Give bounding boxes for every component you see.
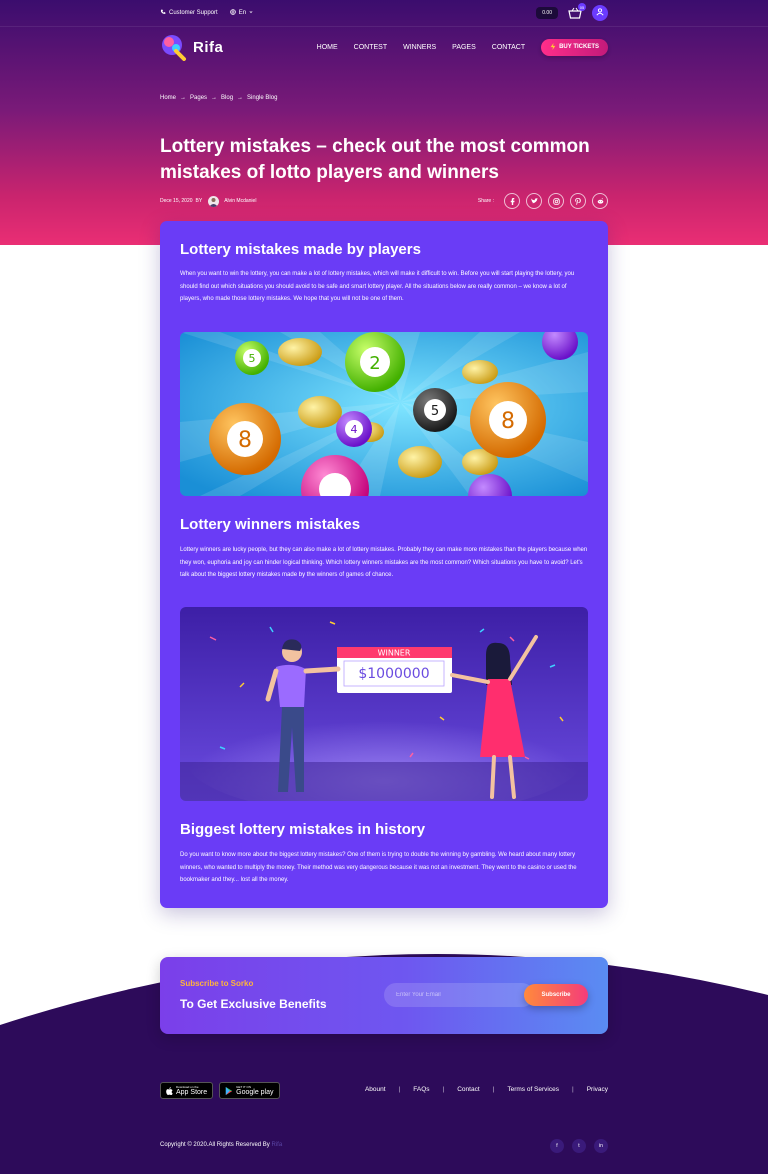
footer-link-about[interactable]: Abount — [365, 1086, 386, 1093]
customer-support-label: Customer Support — [169, 10, 218, 16]
breadcrumb-separator: → — [211, 95, 218, 101]
globe-icon — [229, 9, 236, 17]
svg-text:5: 5 — [431, 404, 439, 419]
reddit-icon[interactable] — [592, 193, 608, 209]
svg-text:8: 8 — [238, 428, 252, 453]
subscribe-box: Subscribe to Sorko To Get Exclusive Bene… — [160, 957, 608, 1034]
article-card: Lottery mistakes made by players When yo… — [160, 221, 608, 908]
author-avatar — [208, 195, 220, 207]
cart-button[interactable]: 05 — [568, 3, 586, 21]
breadcrumb-separator: → — [180, 95, 187, 101]
svg-text:5: 5 — [249, 352, 256, 365]
twitter-icon[interactable]: t — [572, 1139, 586, 1153]
section-text: Do you want to know more about the bigge… — [180, 852, 577, 883]
section-title: Lottery winners mistakes — [180, 516, 361, 533]
nav-item-contact[interactable]: CONTACT — [492, 44, 525, 51]
author-name[interactable]: Alvin Mcdaniel — [224, 198, 256, 204]
share-label: Share : — [477, 198, 494, 204]
language-label: En — [238, 10, 247, 16]
main-navbar: Rifa HOME CONTEST WINNERS PAGES CONTACT … — [160, 32, 608, 62]
link-separator: | — [571, 1086, 574, 1093]
email-field[interactable] — [384, 983, 534, 1007]
subscribe-label: Subscribe to Sorko — [180, 979, 254, 988]
logo-icon — [160, 33, 188, 61]
facebook-icon[interactable] — [504, 193, 520, 209]
breadcrumb: Home → Pages → Blog → Single Blog — [160, 95, 277, 101]
breadcrumb-separator: → — [237, 95, 244, 101]
cart-count-badge: 05 — [578, 3, 586, 11]
page-title: Lottery mistakes – check out the most co… — [160, 136, 590, 183]
nav-item-winners[interactable]: WINNERS — [403, 44, 436, 51]
winner-illustration: WINNER $1000000 — [180, 607, 588, 801]
svg-text:4: 4 — [351, 423, 358, 436]
link-separator: | — [398, 1086, 401, 1093]
chevron-down-icon — [249, 10, 253, 16]
svg-text:8: 8 — [501, 409, 515, 434]
link-separator: | — [492, 1086, 495, 1093]
play-icon — [225, 1082, 233, 1100]
top-divider — [0, 26, 768, 27]
brand-logo[interactable]: Rifa — [160, 33, 223, 61]
winner-banner: WINNER — [378, 649, 411, 658]
breadcrumb-current: Single Blog — [247, 95, 278, 101]
buy-tickets-label: BUY TICKETS — [559, 44, 599, 50]
lottery-balls-image: 5 2 8 4 5 8 — [180, 332, 588, 496]
brand-name: Rifa — [193, 38, 224, 56]
facebook-icon[interactable]: f — [550, 1139, 564, 1153]
buy-tickets-button[interactable]: BUY TICKETS — [541, 38, 608, 56]
copyright-text: Copyright © 2020.All Rights Reserved By — [160, 1142, 270, 1148]
section-title: Lottery mistakes made by players — [180, 241, 421, 258]
subscribe-title: To Get Exclusive Benefits — [180, 997, 327, 1011]
app-store-badges: Download on the App Store GET IT ON Goog… — [160, 1082, 280, 1099]
link-separator: | — [442, 1086, 445, 1093]
post-date: Dece 15, 2020 — [160, 198, 193, 204]
post-meta: Dece 15, 2020 BY Alvin Mcdaniel Share : — [160, 193, 608, 209]
footer-link-contact[interactable]: Contact — [457, 1086, 479, 1093]
footer-link-faqs[interactable]: FAQs — [413, 1086, 429, 1093]
user-icon — [596, 8, 604, 18]
linkedin-icon[interactable]: in — [594, 1139, 608, 1153]
footer-link-terms[interactable]: Terms of Services — [507, 1086, 559, 1093]
breadcrumb-pages[interactable]: Pages — [190, 95, 207, 101]
balance-display: 0.00 — [536, 7, 558, 19]
nav-item-contest[interactable]: CONTEST — [354, 44, 387, 51]
google-play-big-text: Google play — [236, 1089, 274, 1096]
user-account-button[interactable] — [592, 5, 608, 21]
breadcrumb-blog[interactable]: Blog — [221, 95, 233, 101]
section-text: Lottery winners are lucky people, but th… — [180, 547, 588, 578]
nav-item-home[interactable]: HOME — [317, 44, 338, 51]
winner-amount: $1000000 — [358, 666, 429, 682]
post-by-label: BY — [195, 198, 203, 204]
nav-menu: HOME CONTEST WINNERS PAGES CONTACT BUY T… — [317, 38, 608, 56]
share-bar: Share : — [478, 193, 608, 209]
lightning-icon — [550, 42, 556, 52]
app-store-button[interactable]: Download on the App Store — [160, 1082, 214, 1100]
google-play-button[interactable]: GET IT ON Google play — [219, 1082, 280, 1100]
apple-icon — [166, 1082, 173, 1100]
section-title: Biggest lottery mistakes in history — [180, 821, 426, 838]
breadcrumb-home[interactable]: Home — [160, 95, 176, 101]
pinterest-icon[interactable] — [570, 193, 586, 209]
app-store-big-text: App Store — [176, 1089, 208, 1096]
svg-text:2: 2 — [369, 353, 380, 374]
footer-social: f t in — [550, 1139, 608, 1153]
subscribe-button[interactable]: Subscribe — [524, 984, 588, 1006]
phone-icon — [160, 9, 166, 17]
section-text: When you want to win the lottery, you ca… — [180, 271, 575, 302]
language-selector[interactable]: En — [229, 9, 253, 17]
footer-link-privacy[interactable]: Privacy — [587, 1086, 608, 1093]
footer-links: Abount | FAQs | Contact | Terms of Servi… — [365, 1086, 608, 1093]
basket-icon — [568, 7, 582, 21]
top-bar: Customer Support En 0.00 05 — [160, 0, 608, 26]
customer-support-link[interactable]: Customer Support — [160, 9, 218, 17]
instagram-icon[interactable] — [548, 193, 564, 209]
copyright: Copyright © 2020.All Rights Reserved By … — [160, 1142, 282, 1148]
nav-item-pages[interactable]: PAGES — [452, 44, 476, 51]
twitter-icon[interactable] — [526, 193, 542, 209]
copyright-brand-link[interactable]: Rifa — [271, 1142, 282, 1148]
